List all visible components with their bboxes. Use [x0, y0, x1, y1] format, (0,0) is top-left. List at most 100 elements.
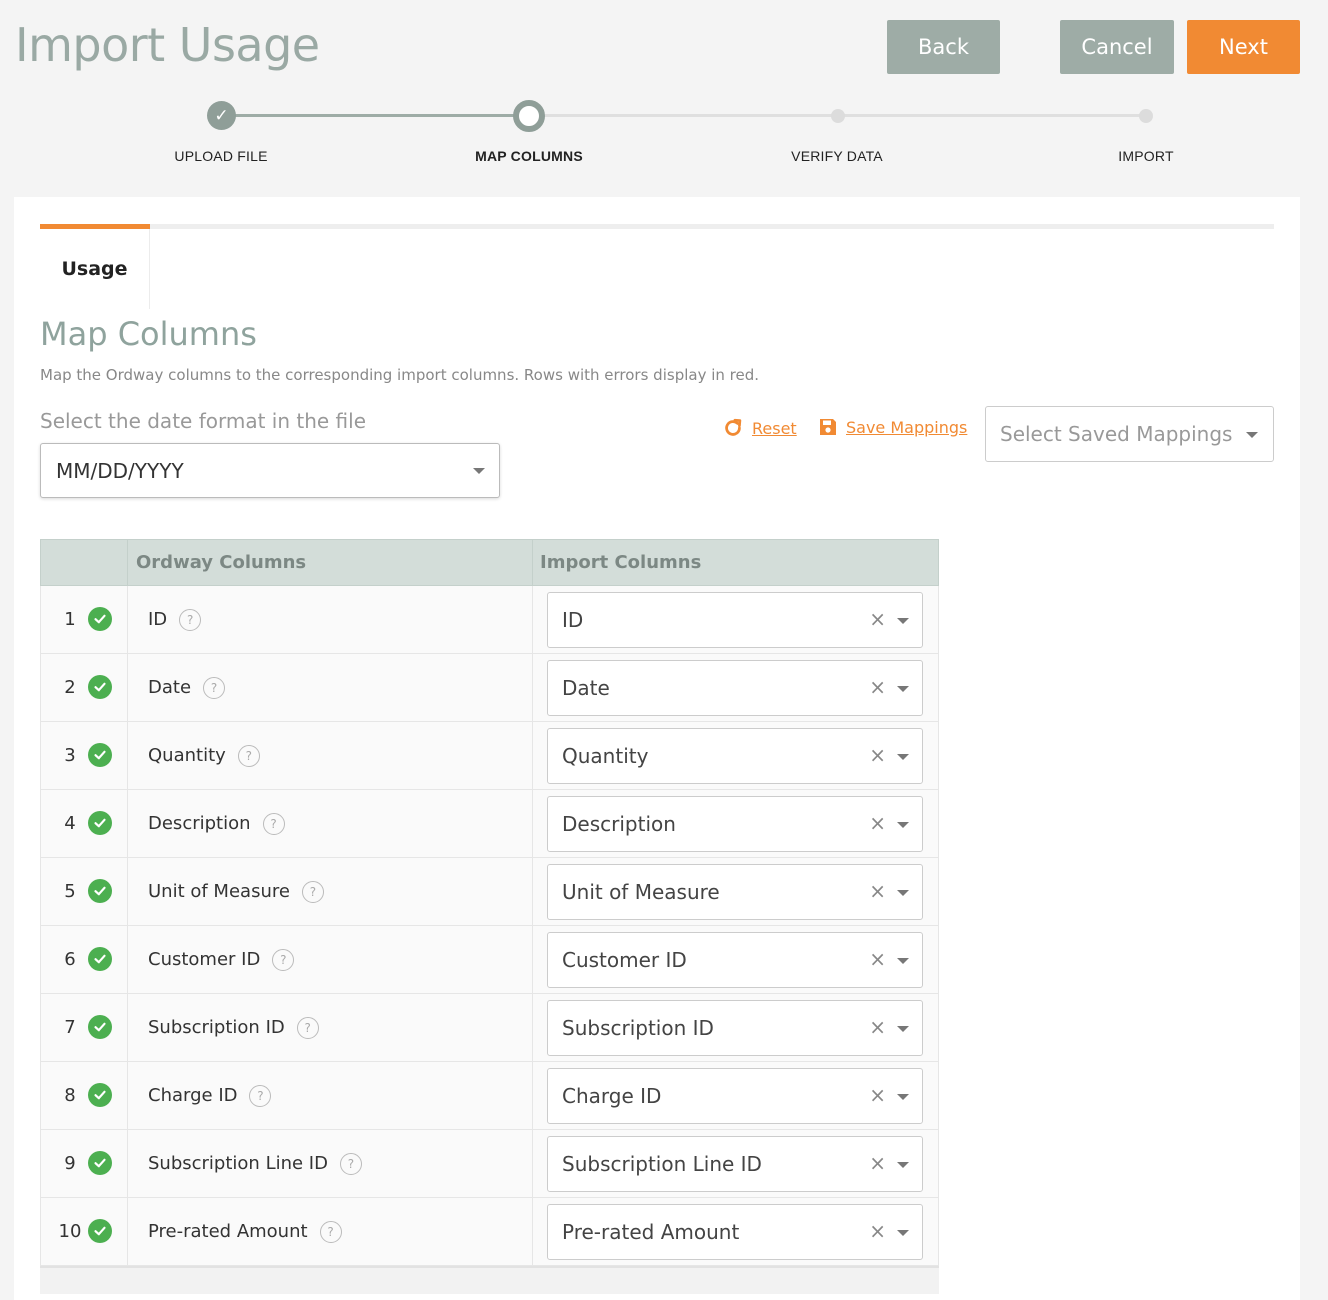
reset-icon [725, 418, 742, 436]
ordway-column-name: Subscription ID [148, 1017, 285, 1038]
step-label-upload-file: UPLOAD FILE [174, 148, 268, 164]
ordway-column-name: Unit of Measure [148, 881, 290, 902]
check-circle-icon [88, 1219, 112, 1243]
chevron-down-icon [897, 1161, 909, 1168]
import-column-select[interactable]: Customer ID × [547, 931, 923, 988]
check-circle-icon [88, 811, 112, 835]
import-column-select[interactable]: Pre-rated Amount × [547, 1203, 923, 1260]
help-icon[interactable]: ? [272, 948, 295, 971]
help-icon[interactable]: ? [203, 676, 226, 699]
row-number: 5 [64, 881, 76, 902]
ordway-column-cell: Unit of Measure? [128, 858, 533, 925]
table-row: 8 Charge ID? Charge ID × [40, 1062, 939, 1130]
tab-bar [40, 224, 1274, 229]
step-pending-dot-icon [831, 109, 845, 123]
check-circle-icon [88, 947, 112, 971]
row-status-cell: 8 [41, 1062, 128, 1129]
import-column-value: Subscription ID [562, 1015, 714, 1040]
import-column-value: Subscription Line ID [562, 1151, 762, 1176]
ordway-column-name: Subscription Line ID [148, 1153, 328, 1174]
import-column-select[interactable]: Quantity × [547, 727, 923, 784]
import-column-select[interactable]: Unit of Measure × [547, 863, 923, 920]
import-column-select[interactable]: Subscription ID × [547, 999, 923, 1056]
back-button[interactable]: Back [887, 20, 1000, 74]
clear-icon[interactable]: × [869, 1015, 886, 1039]
help-icon[interactable]: ? [249, 1084, 272, 1107]
clear-icon[interactable]: × [869, 743, 886, 767]
clear-icon[interactable]: × [869, 811, 886, 835]
import-column-value: Unit of Measure [562, 879, 720, 904]
table-row: 10 Pre-rated Amount? Pre-rated Amount × [40, 1198, 939, 1266]
save-mappings-link[interactable]: Save Mappings [818, 417, 967, 437]
chevron-down-icon [897, 1025, 909, 1032]
help-icon[interactable]: ? [296, 1016, 319, 1039]
ordway-column-name: Description [148, 813, 251, 834]
ordway-column-cell: ID? [128, 586, 533, 653]
chevron-down-icon [897, 753, 909, 760]
help-icon[interactable]: ? [339, 1152, 362, 1175]
table-row: 6 Customer ID? Customer ID × [40, 926, 939, 994]
help-icon[interactable]: ? [179, 608, 202, 631]
check-circle-icon [88, 1083, 112, 1107]
ordway-column-name: ID [148, 609, 168, 630]
cancel-button[interactable]: Cancel [1060, 20, 1174, 74]
import-column-cell: Customer ID × [533, 926, 938, 993]
table-row: 4 Description? Description × [40, 790, 939, 858]
clear-icon[interactable]: × [869, 1083, 886, 1107]
help-icon[interactable]: ? [262, 812, 285, 835]
reset-link[interactable]: Reset [722, 417, 797, 439]
check-circle-icon [88, 607, 112, 631]
clear-icon[interactable]: × [869, 879, 886, 903]
help-icon[interactable]: ? [301, 880, 324, 903]
clear-icon[interactable]: × [869, 947, 886, 971]
row-status-cell: 10 [41, 1198, 128, 1265]
column-mapping-table: Ordway Columns Import Columns 1 ID? ID × 2 Da… [40, 539, 939, 1294]
ordway-column-cell: Subscription Line ID? [128, 1130, 533, 1197]
row-number: 3 [64, 745, 76, 766]
check-circle-icon [88, 1015, 112, 1039]
import-column-cell: ID × [533, 586, 938, 653]
ordway-column-cell: Date? [128, 654, 533, 721]
import-column-cell: Date × [533, 654, 938, 721]
table-row: 9 Subscription Line ID? Subscription Line … [40, 1130, 939, 1198]
date-format-select[interactable]: MM/DD/YYYY [40, 443, 500, 498]
next-button[interactable]: Next [1187, 20, 1300, 74]
main-card: Usage Map Columns Map the Ordway columns… [14, 197, 1300, 1300]
check-circle-icon [88, 743, 112, 767]
import-column-select[interactable]: Date × [547, 659, 923, 716]
chevron-down-icon [473, 468, 485, 474]
saved-mappings-placeholder: Select Saved Mappings [1000, 422, 1233, 446]
import-column-value: Date [562, 675, 610, 700]
clear-icon[interactable]: × [869, 607, 886, 631]
chevron-down-icon [1246, 432, 1258, 438]
check-circle-icon [88, 879, 112, 903]
clear-icon[interactable]: × [869, 675, 886, 699]
import-column-select[interactable]: Description × [547, 795, 923, 852]
help-icon[interactable]: ? [237, 744, 260, 767]
step-label-map-columns: MAP COLUMNS [475, 148, 583, 164]
ordway-column-cell: Description? [128, 790, 533, 857]
step-label-import: IMPORT [1118, 148, 1174, 164]
chevron-down-icon [897, 685, 909, 692]
import-column-select[interactable]: ID × [547, 591, 923, 648]
clear-icon[interactable]: × [869, 1151, 886, 1175]
import-column-select[interactable]: Charge ID × [547, 1067, 923, 1124]
ordway-column-cell: Charge ID? [128, 1062, 533, 1129]
row-status-cell: 1 [41, 586, 128, 653]
ordway-column-name: Quantity [148, 745, 226, 766]
row-status-cell: 5 [41, 858, 128, 925]
help-icon[interactable]: ? [319, 1220, 342, 1243]
table-row: 7 Subscription ID? Subscription ID × [40, 994, 939, 1062]
row-status-cell: 6 [41, 926, 128, 993]
tab-usage[interactable]: Usage [40, 229, 150, 309]
saved-mappings-select[interactable]: Select Saved Mappings [985, 406, 1274, 462]
import-column-value: ID [562, 607, 584, 632]
date-format-label: Select the date format in the file [40, 409, 367, 433]
row-number: 10 [58, 1221, 82, 1242]
clear-icon[interactable]: × [869, 1219, 886, 1243]
row-status-cell: 7 [41, 994, 128, 1061]
import-column-value: Description [562, 811, 676, 836]
chevron-down-icon [897, 617, 909, 624]
save-icon [820, 419, 836, 435]
import-column-select[interactable]: Subscription Line ID × [547, 1135, 923, 1192]
